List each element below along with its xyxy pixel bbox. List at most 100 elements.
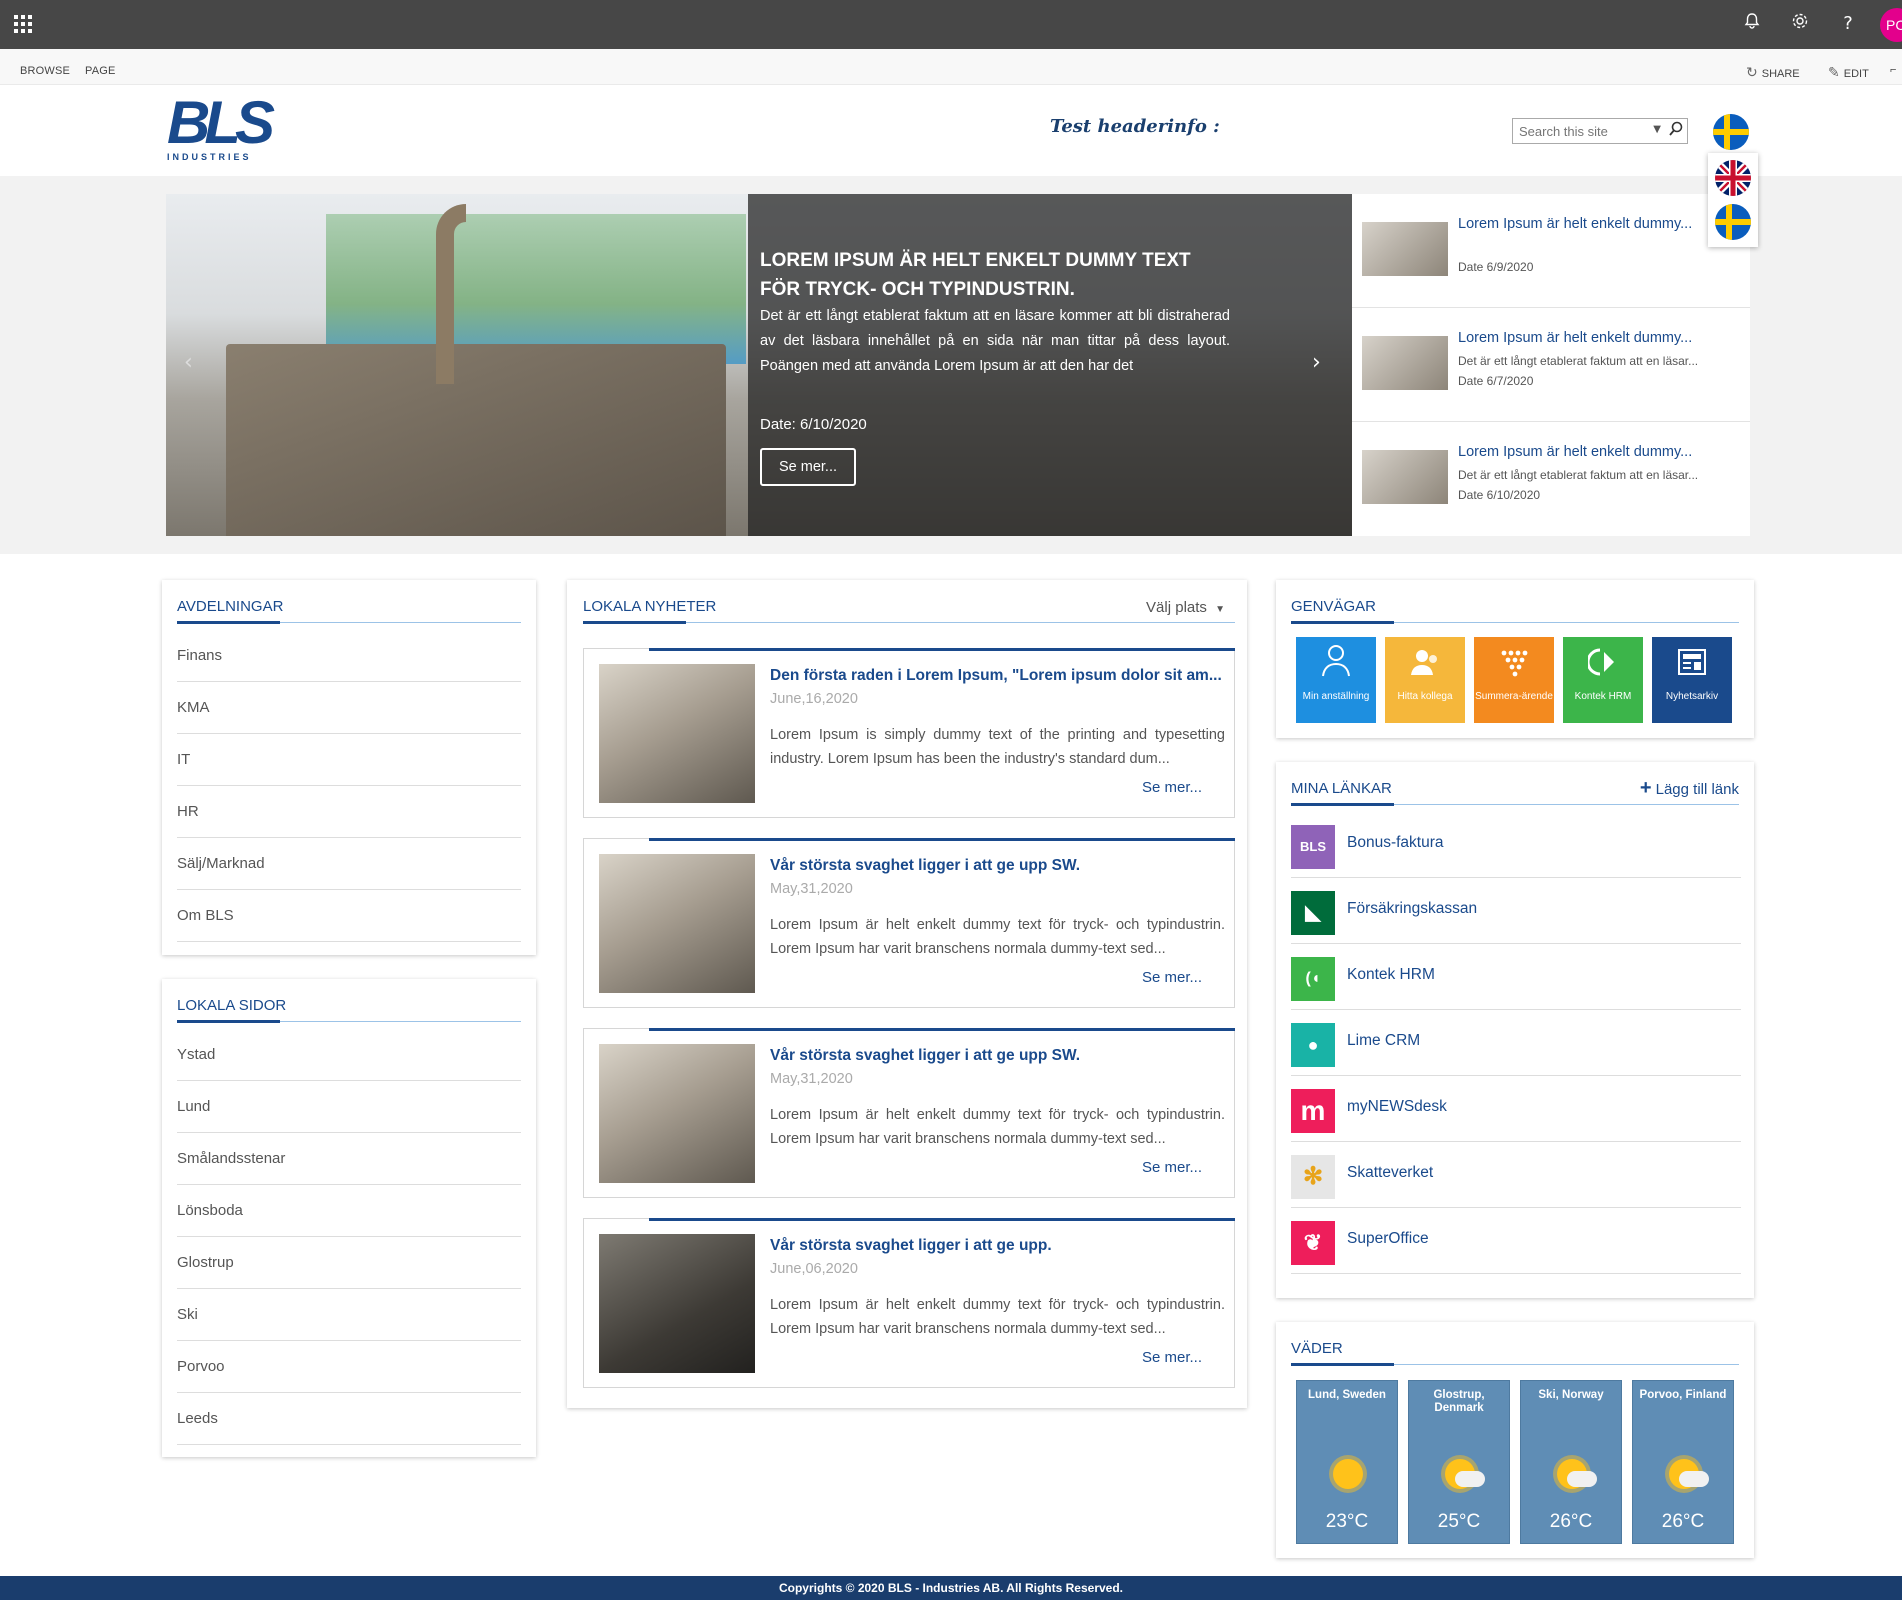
tile-kontek-hrm[interactable]: Kontek HRM <box>1563 637 1643 723</box>
news-item[interactable]: Den första raden i Lorem Ipsum, "Lorem i… <box>583 648 1235 818</box>
tile-hitta-kollega[interactable]: Hitta kollega <box>1385 637 1465 723</box>
weather-tile[interactable]: Porvoo, Finland 26°C <box>1632 1380 1734 1544</box>
news-item-date: June,06,2020 <box>770 1261 858 1277</box>
genvagar-title: GENVÄGAR <box>1291 598 1377 615</box>
tile-min-anstallning[interactable]: Min anställning <box>1296 637 1376 723</box>
sweden-flag-icon[interactable] <box>1713 114 1749 150</box>
tile-label: Kontek HRM <box>1574 691 1632 702</box>
news-item-more-link[interactable]: Se mer... <box>1142 779 1202 796</box>
share-label: SHARE <box>1761 68 1800 80</box>
chevron-left-icon[interactable]: ‹ <box>184 350 193 375</box>
help-icon[interactable]: ? <box>1836 12 1860 36</box>
list-item[interactable]: IT <box>177 734 521 786</box>
news-item-text: Lorem Ipsum är helt enkelt dummy text fö… <box>770 917 1225 957</box>
bell-icon[interactable] <box>1740 12 1764 36</box>
list-item[interactable]: Finans <box>177 630 521 682</box>
site-logo[interactable]: BLS INDUSTRIES <box>167 93 275 163</box>
focus-icon[interactable]: ⌐ <box>1890 64 1896 76</box>
tab-page[interactable]: PAGE <box>85 65 116 77</box>
link-item[interactable]: BLS Bonus-faktura <box>1291 812 1741 878</box>
link-item[interactable]: m myNEWSdesk <box>1291 1076 1741 1142</box>
list-item[interactable]: Lund <box>177 1081 521 1133</box>
side-news-description: Det är ett långt etablerat faktum att en… <box>1458 468 1699 482</box>
list-item[interactable]: Glostrup <box>177 1237 521 1289</box>
share-button[interactable]: ↻ SHARE <box>1746 64 1800 81</box>
search-box[interactable]: ▼ <box>1512 118 1688 144</box>
side-news-list: Lorem Ipsum är helt enkelt dummy... Date… <box>1352 194 1750 536</box>
site-header: BLS INDUSTRIES Test headerinfo : ▼ <box>0 86 1902 176</box>
link-label[interactable]: SuperOffice <box>1347 1230 1429 1248</box>
link-label[interactable]: Försäkringskassan <box>1347 900 1477 918</box>
lime-crm-icon: ● <box>1291 1023 1335 1067</box>
list-item[interactable]: Ystad <box>177 1029 521 1081</box>
news-item[interactable]: Vår största svaghet ligger i att ge upp.… <box>583 1218 1235 1388</box>
tile-nyhetsarkiv[interactable]: Nyhetsarkiv <box>1652 637 1732 723</box>
tab-browse[interactable]: BROWSE <box>20 65 70 77</box>
slide-date: Date: 6/10/2020 <box>760 416 867 433</box>
link-item[interactable]: ● Lime CRM <box>1291 1010 1741 1076</box>
link-label[interactable]: Bonus-faktura <box>1347 834 1444 852</box>
list-item[interactable]: KMA <box>177 682 521 734</box>
list-item[interactable]: HR <box>177 786 521 838</box>
tile-summera-arende[interactable]: Summera-ärende <box>1474 637 1554 723</box>
gear-icon[interactable] <box>1788 12 1812 36</box>
side-news-title[interactable]: Lorem Ipsum är helt enkelt dummy... <box>1458 216 1738 232</box>
sweden-flag-icon[interactable] <box>1715 204 1751 240</box>
list-item[interactable]: Ski <box>177 1289 521 1341</box>
chevron-down-icon[interactable]: ▼ <box>1653 124 1661 135</box>
side-news-title[interactable]: Lorem Ipsum är helt enkelt dummy... <box>1458 330 1738 346</box>
news-item-text: Lorem Ipsum är helt enkelt dummy text fö… <box>770 1107 1225 1147</box>
news-item-more-link[interactable]: Se mer... <box>1142 969 1202 986</box>
uk-flag-icon[interactable] <box>1715 160 1751 196</box>
avdelningar-card: AVDELNINGAR Finans KMA IT HR Sälj/Markna… <box>162 580 536 955</box>
link-item[interactable]: (◖ Kontek HRM <box>1291 944 1741 1010</box>
header-info: Test headerinfo : <box>1050 116 1220 137</box>
app-launcher-icon[interactable] <box>14 15 32 33</box>
side-news-item[interactable]: Lorem Ipsum är helt enkelt dummy... Date… <box>1352 194 1750 308</box>
weather-tile[interactable]: Lund, Sweden 23°C <box>1296 1380 1398 1544</box>
link-label[interactable]: Skatteverket <box>1347 1164 1433 1182</box>
list-item[interactable]: Lönsboda <box>177 1185 521 1237</box>
avatar[interactable]: PC <box>1880 8 1902 42</box>
chevron-right-icon[interactable]: › <box>1312 350 1321 375</box>
search-input[interactable] <box>1513 119 1643 143</box>
news-item-title[interactable]: Vår största svaghet ligger i att ge upp. <box>770 1237 1225 1255</box>
weather-tile[interactable]: Ski, Norway 26°C <box>1520 1380 1622 1544</box>
side-news-item[interactable]: Lorem Ipsum är helt enkelt dummy... Det … <box>1352 422 1750 536</box>
side-news-title[interactable]: Lorem Ipsum är helt enkelt dummy... <box>1458 444 1738 460</box>
link-label[interactable]: Kontek HRM <box>1347 966 1435 984</box>
list-item[interactable]: Porvoo <box>177 1341 521 1393</box>
add-link-label: Lägg till länk <box>1655 781 1739 798</box>
link-item[interactable]: ❦ SuperOffice <box>1291 1208 1741 1274</box>
list-item[interactable]: Om BLS <box>177 890 521 942</box>
news-item-more-link[interactable]: Se mer... <box>1142 1159 1202 1176</box>
news-item-more-link[interactable]: Se mer... <box>1142 1349 1202 1366</box>
side-news-item[interactable]: Lorem Ipsum är helt enkelt dummy... Det … <box>1352 308 1750 422</box>
list-item[interactable]: Sälj/Marknad <box>177 838 521 890</box>
link-item[interactable]: ✻ Skatteverket <box>1291 1142 1741 1208</box>
link-label[interactable]: Lime CRM <box>1347 1032 1420 1050</box>
link-item[interactable]: ◣ Försäkringskassan <box>1291 878 1741 944</box>
slide-more-button[interactable]: Se mer... <box>760 448 856 486</box>
weather-tile[interactable]: Glostrup, Denmark 25°C <box>1408 1380 1510 1544</box>
news-item-title[interactable]: Vår största svaghet ligger i att ge upp … <box>770 857 1225 875</box>
news-item-date: May,31,2020 <box>770 881 853 897</box>
superoffice-icon: ❦ <box>1291 1221 1335 1265</box>
news-item-title[interactable]: Vår största svaghet ligger i att ge upp … <box>770 1047 1225 1065</box>
link-label[interactable]: myNEWSdesk <box>1347 1098 1447 1116</box>
list-item[interactable]: Smålandsstenar <box>177 1133 521 1185</box>
ribbon: BROWSE PAGE ↻ SHARE ✎ EDIT ⌐ <box>0 49 1902 85</box>
valj-plats-dropdown[interactable]: Välj plats ▼ <box>1146 599 1225 616</box>
slide-image-faucet <box>436 204 466 384</box>
news-item[interactable]: Vår största svaghet ligger i att ge upp … <box>583 838 1235 1008</box>
news-item-title[interactable]: Den första raden i Lorem Ipsum, "Lorem i… <box>770 667 1225 685</box>
slide-title[interactable]: LOREM IPSUM ÄR HELT ENKELT DUMMY TEXT FÖ… <box>760 246 1230 304</box>
tile-label: Min anställning <box>1302 691 1370 702</box>
valj-plats-label: Välj plats <box>1146 599 1207 616</box>
edit-button[interactable]: ✎ EDIT <box>1828 64 1869 81</box>
add-link-button[interactable]: + Lägg till länk <box>1640 777 1739 800</box>
person-icon <box>1296 637 1376 691</box>
search-icon[interactable] <box>1669 121 1683 141</box>
list-item[interactable]: Leeds <box>177 1393 521 1445</box>
news-item[interactable]: Vår största svaghet ligger i att ge upp … <box>583 1028 1235 1198</box>
